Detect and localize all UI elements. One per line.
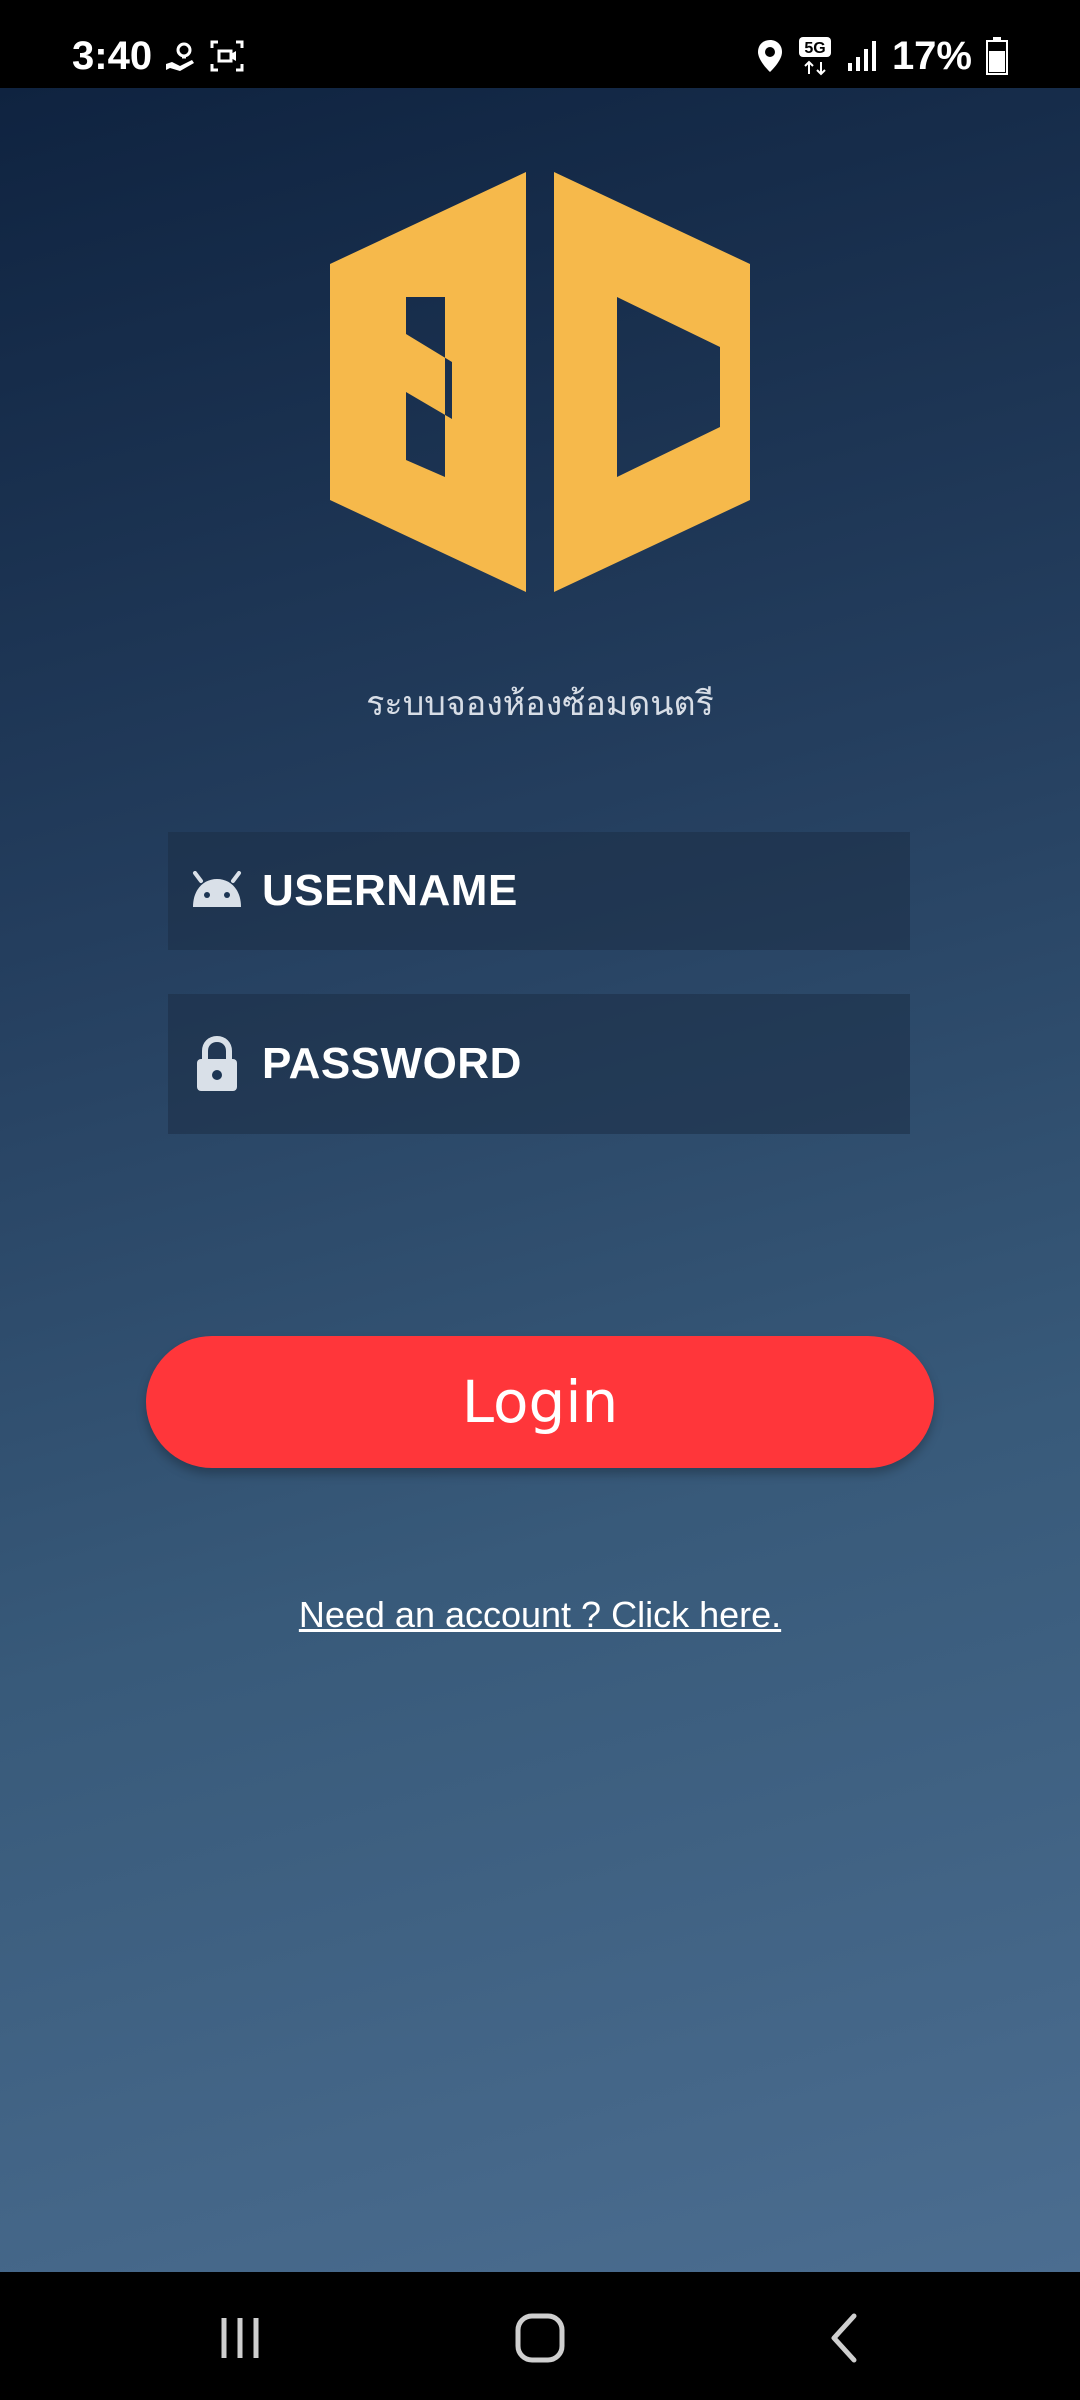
navigation-bar — [0, 2272, 1080, 2400]
signal-icon — [847, 41, 876, 71]
status-time: 3:40 — [72, 34, 153, 78]
hand-money-icon — [166, 42, 194, 71]
username-placeholder: USERNAME — [262, 866, 518, 915]
battery-percent: 17% — [891, 34, 972, 78]
battery-icon — [986, 37, 1008, 75]
screen-record-icon — [210, 40, 244, 72]
status-right: 5G 17% — [756, 36, 1008, 76]
app-subtitle: ระบบจองห้องซ้อมดนตรี — [366, 684, 714, 724]
password-placeholder: PASSWORD — [262, 1039, 522, 1088]
status-bar: 3:40 5G 17% — [0, 0, 1080, 88]
svg-text:5G: 5G — [804, 40, 825, 57]
lock-icon — [172, 1035, 262, 1093]
password-field[interactable]: PASSWORD — [168, 994, 910, 1134]
home-icon[interactable] — [510, 2308, 570, 2368]
5g-icon: 5G — [798, 37, 831, 76]
signup-link[interactable]: Need an account ? Click here. — [0, 1594, 1080, 1636]
location-icon — [757, 40, 782, 72]
android-icon — [172, 871, 262, 911]
login-button-label: Login — [461, 1368, 619, 1436]
recent-apps-icon[interactable] — [210, 2308, 270, 2368]
login-screen: ระบบจองห้องซ้อมดนตรี USERNAME PASSWORD L… — [0, 88, 1080, 2272]
username-field[interactable]: USERNAME — [168, 832, 910, 950]
sc-logo — [330, 172, 750, 592]
back-icon[interactable] — [816, 2308, 876, 2368]
login-button[interactable]: Login — [146, 1336, 934, 1468]
